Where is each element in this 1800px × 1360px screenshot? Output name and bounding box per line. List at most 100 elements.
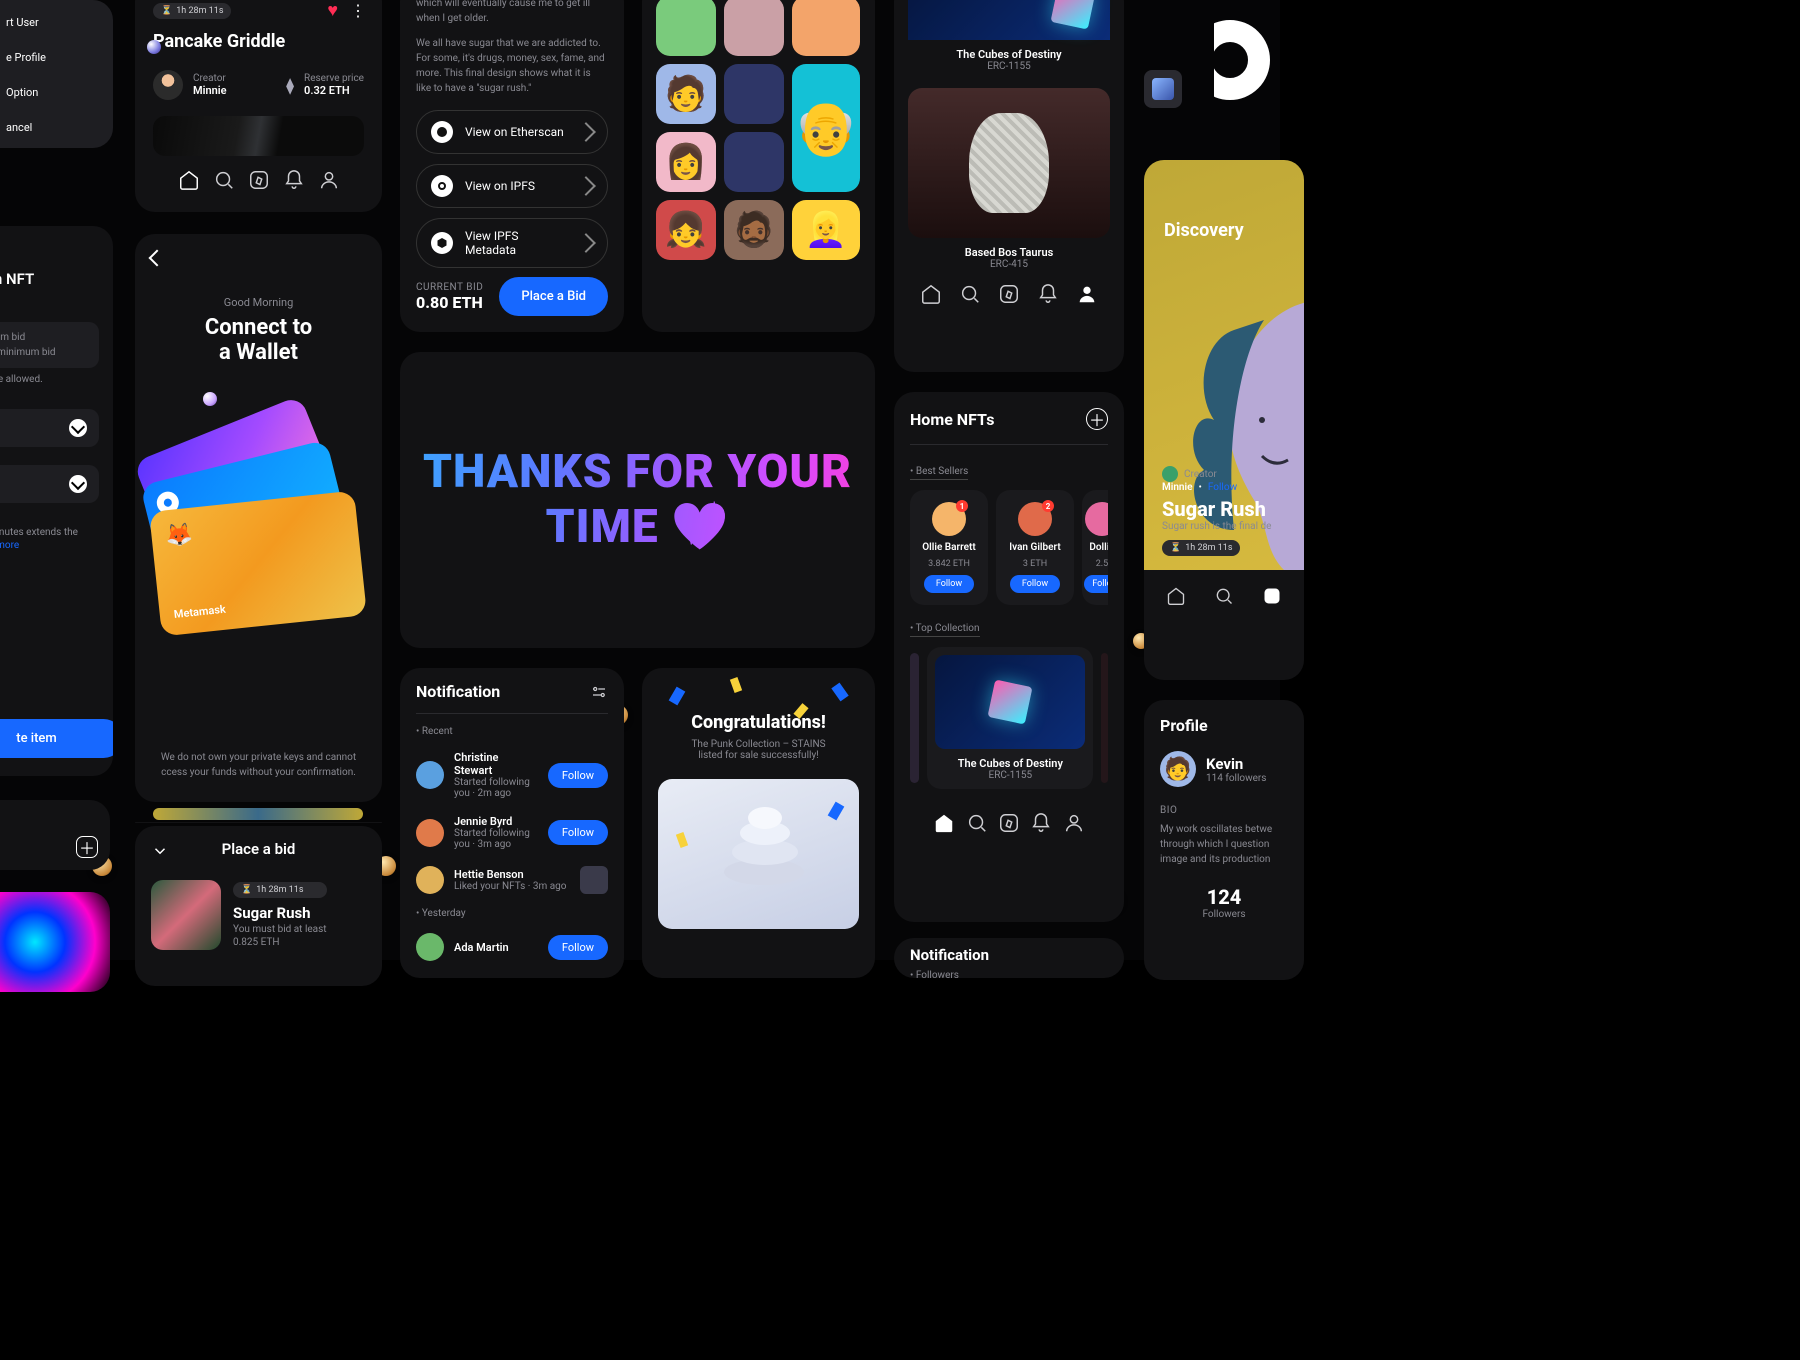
wallet-card-name: Metamask bbox=[173, 603, 226, 621]
chevron-down-icon[interactable] bbox=[151, 842, 169, 860]
detail-text-2: We all have sugar that we are addicted t… bbox=[416, 36, 608, 96]
notification-item[interactable]: Hettie BensonLiked your NFTs · 3m ago bbox=[416, 858, 608, 902]
place-bid-button[interactable]: Place a Bid bbox=[499, 277, 608, 316]
section-title: e an NFT bbox=[0, 270, 99, 288]
user-icon[interactable] bbox=[317, 168, 341, 192]
followers-label: Followers bbox=[916, 970, 959, 981]
seller-card[interactable]: 1 Ollie Barrett 3.842 ETH Follow bbox=[910, 490, 988, 605]
dropdown-1[interactable] bbox=[0, 409, 99, 447]
follow-button[interactable]: Follow bbox=[924, 575, 974, 593]
follow-button[interactable]: Follow bbox=[1010, 575, 1060, 593]
wallet-title-2: a Wallet bbox=[155, 340, 362, 365]
seller-card[interactable]: 2 Ivan Gilbert 3 ETH Follow bbox=[996, 490, 1074, 605]
ipfs-meta-link[interactable]: View IPFS Metadata bbox=[416, 218, 608, 268]
tip-text: 10 minutes extends the bbox=[0, 527, 99, 538]
detail-text-1: which will eventually cause me to get il… bbox=[416, 0, 608, 26]
eth-icon: ⧫ bbox=[286, 76, 294, 95]
seller-card[interactable]: Dollie 2.5 Follo bbox=[1082, 490, 1108, 605]
compass-icon[interactable] bbox=[1260, 584, 1284, 608]
compass-icon[interactable] bbox=[997, 282, 1021, 306]
menu-item[interactable]: Option bbox=[6, 86, 99, 99]
compass-icon[interactable] bbox=[997, 811, 1021, 835]
search-icon[interactable] bbox=[212, 168, 236, 192]
notification-title: Notification bbox=[910, 946, 989, 964]
menu-item[interactable]: rt User bbox=[6, 16, 99, 29]
etherscan-icon bbox=[431, 121, 453, 143]
follow-button[interactable]: Follow bbox=[548, 935, 608, 960]
top-collection-label: Top Collection bbox=[916, 623, 980, 634]
profile-name: Kevin bbox=[1206, 755, 1266, 773]
greeting: Good Morning bbox=[155, 296, 362, 309]
add-icon[interactable]: ＋ bbox=[1086, 408, 1108, 430]
bid-nft-name: Sugar Rush bbox=[233, 904, 327, 922]
nft-card-sub: ERC-415 bbox=[894, 259, 1124, 270]
followers-count: 124 bbox=[1207, 885, 1242, 909]
bid-hint: You must bid at least bbox=[233, 924, 327, 935]
menu-item[interactable]: ancel bbox=[6, 121, 99, 134]
current-bid-label: CURRENT BID bbox=[416, 282, 483, 293]
fox-icon: 🦊 bbox=[164, 506, 344, 549]
search-icon[interactable] bbox=[958, 282, 982, 306]
congrats-title: Congratulations! bbox=[658, 712, 859, 733]
learn-more-link[interactable]: earn more bbox=[0, 540, 99, 551]
create-item-button[interactable]: te item bbox=[0, 719, 113, 758]
bell-icon[interactable] bbox=[282, 168, 306, 192]
wallet-disclaimer: We do not own your private keys and cann… bbox=[155, 750, 362, 780]
compass-icon[interactable] bbox=[247, 168, 271, 192]
notification-item[interactable]: Jennie ByrdStarted following you · 3m ag… bbox=[416, 807, 608, 858]
chevron-right-icon bbox=[576, 176, 596, 196]
nft-card-title: The Cubes of Destiny bbox=[894, 48, 1124, 61]
follow-link[interactable]: Follow bbox=[1208, 482, 1237, 493]
etherscan-link[interactable]: View on Etherscan bbox=[416, 110, 608, 154]
creator-label: Creator bbox=[1184, 469, 1217, 480]
bid-hint: on't be allowed. bbox=[0, 374, 99, 385]
menu-item[interactable]: e Profile bbox=[6, 51, 99, 64]
bell-icon[interactable] bbox=[1029, 811, 1053, 835]
nft-card-sub: ERC-1155 bbox=[894, 61, 1124, 72]
recent-label: Recent bbox=[422, 726, 453, 737]
home-icon[interactable] bbox=[177, 168, 201, 192]
discovery-name: Sugar Rush bbox=[1162, 497, 1296, 521]
min-bid-input[interactable]: er minimum bid bbox=[0, 347, 87, 358]
creator-name: Minnie bbox=[193, 84, 227, 97]
home-title: Home NFTs bbox=[910, 410, 994, 429]
chevron-right-icon bbox=[576, 122, 596, 142]
follow-button[interactable]: Follow bbox=[548, 820, 608, 845]
ipfs-icon bbox=[431, 175, 453, 197]
min-bid-label: mum bid bbox=[0, 332, 87, 343]
discovery-desc: Sugar rush is the final de bbox=[1162, 521, 1296, 532]
notification-title: Notification bbox=[416, 682, 500, 701]
heart-icon[interactable]: ♥ bbox=[327, 0, 338, 21]
notification-item[interactable]: Christine StewartStarted following you ·… bbox=[416, 743, 608, 807]
filter-icon[interactable] bbox=[590, 683, 608, 701]
thanks-banner: THANKS FOR YOUR TIME 💖 bbox=[400, 445, 875, 555]
more-icon[interactable]: ⋮ bbox=[350, 7, 364, 15]
home-icon[interactable] bbox=[1164, 584, 1188, 608]
add-icon[interactable]: ＋ bbox=[76, 836, 98, 858]
reserve-label: Reserve price bbox=[304, 73, 364, 84]
timer-chip: ⏳ 1h 28m 11s bbox=[153, 3, 231, 19]
dropdown-2[interactable] bbox=[0, 465, 99, 503]
ipfs-link[interactable]: View on IPFS bbox=[416, 164, 608, 208]
wallet-title: Connect to bbox=[155, 315, 362, 340]
search-icon[interactable] bbox=[1212, 584, 1236, 608]
collection-sub: ERC-1155 bbox=[989, 770, 1033, 781]
bio-label: BIO bbox=[1160, 805, 1288, 816]
user-icon[interactable] bbox=[1062, 811, 1086, 835]
cube-icon bbox=[431, 232, 453, 254]
user-icon[interactable] bbox=[1075, 282, 1099, 306]
nft-title: Pancake Griddle bbox=[153, 31, 364, 52]
notification-item[interactable]: Ada Martin Follow bbox=[416, 925, 608, 969]
followers-count-label: Followers bbox=[1202, 909, 1245, 920]
home-icon[interactable] bbox=[919, 282, 943, 306]
profile-followers: 114 followers bbox=[1206, 773, 1266, 784]
bid-amount: 0.825 ETH bbox=[233, 937, 327, 948]
search-icon[interactable] bbox=[965, 811, 989, 835]
congrats-line: listed for sale successfully! bbox=[658, 750, 859, 761]
follow-button[interactable]: Follow bbox=[548, 763, 608, 788]
creator-label: Creator bbox=[193, 73, 227, 84]
bell-icon[interactable] bbox=[1036, 282, 1060, 306]
back-icon[interactable] bbox=[151, 252, 163, 264]
home-icon[interactable] bbox=[932, 811, 956, 835]
follow-button[interactable]: Follo bbox=[1084, 575, 1108, 593]
